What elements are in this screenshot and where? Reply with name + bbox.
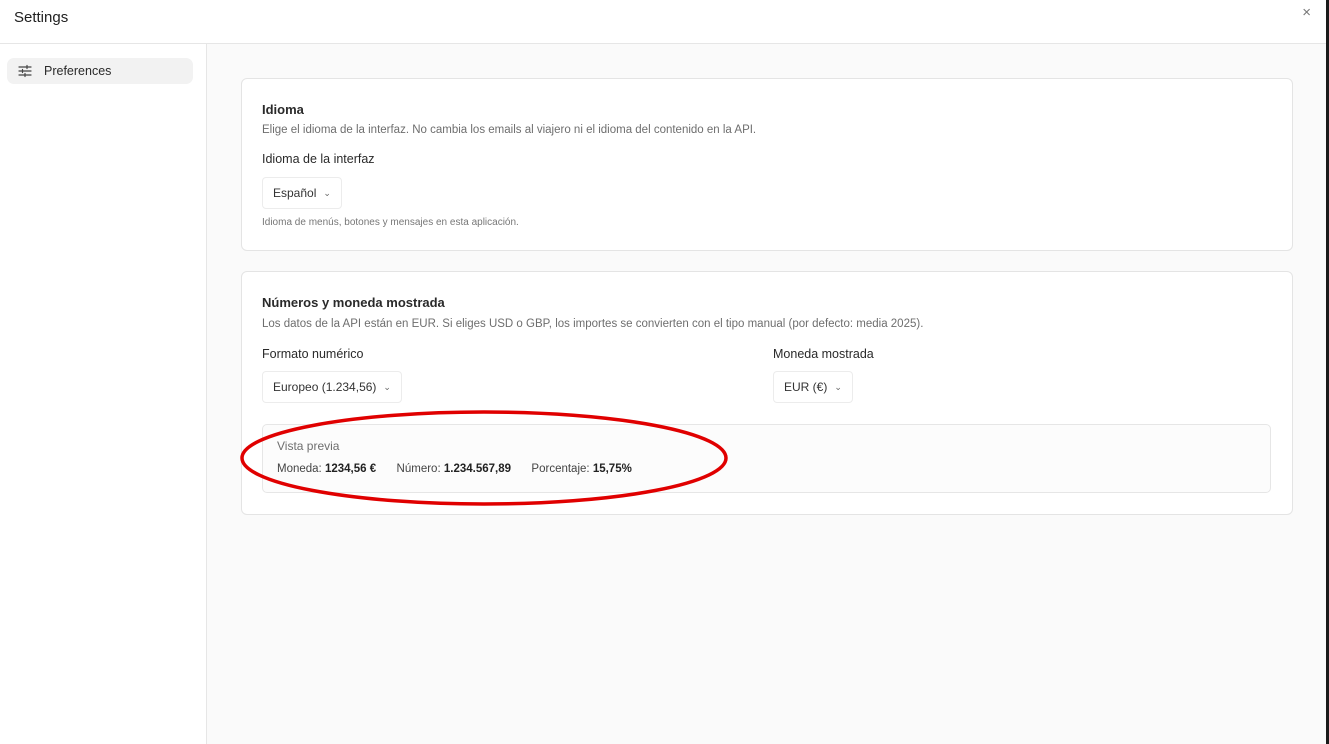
number-format-value: Europeo (1.234,56) [273,380,377,394]
number-format-select[interactable]: Europeo (1.234,56) ⌄ [262,371,402,403]
numbers-card: Números y moneda mostrada Los datos de l… [241,271,1293,515]
preview-percent-label: Porcentaje: [531,463,590,475]
preview-box: Vista previa Moneda: 1234,56 € Número: 1… [262,424,1271,493]
preview-values: Moneda: 1234,56 € Número: 1.234.567,89 P… [277,463,632,475]
language-description: Elige el idioma de la interfaz. No cambi… [262,124,757,136]
interface-language-value: Español [273,186,317,200]
preview-currency-value: 1234,56 € [324,463,377,475]
preview-number-label: Número: [396,463,441,475]
interface-language-select[interactable]: Español ⌄ [262,177,342,209]
language-hint: Idioma de menús, botones y mensajes en e… [262,217,519,228]
number-format-label: Formato numérico [262,347,364,361]
chevron-down-icon: ⌄ [383,381,391,392]
preview-currency-label: Moneda: [277,463,322,475]
close-icon[interactable]: × [1302,4,1311,21]
sliders-icon [18,64,32,78]
sidebar-item-preferences[interactable]: Preferences [7,58,193,84]
language-title: Idioma [262,102,304,117]
settings-header: Settings × [0,0,1329,44]
currency-value: EUR (€) [784,380,828,394]
interface-language-label: Idioma de la interfaz [262,152,375,166]
numbers-description: Los datos de la API están en EUR. Si eli… [262,318,924,330]
numbers-title: Números y moneda mostrada [262,295,445,310]
preview-title: Vista previa [277,439,340,453]
preview-percent-value: 15,75% [592,463,632,475]
sidebar: Preferences [0,44,207,744]
language-card: Idioma Elige el idioma de la interfaz. N… [241,78,1293,251]
preview-number-value: 1.234.567,89 [443,463,512,475]
page-title: Settings [14,9,69,26]
currency-label: Moneda mostrada [773,347,874,361]
chevron-down-icon: ⌄ [323,187,331,198]
sidebar-item-label: Preferences [44,64,112,78]
chevron-down-icon: ⌄ [834,381,842,392]
currency-select[interactable]: EUR (€) ⌄ [773,371,853,403]
